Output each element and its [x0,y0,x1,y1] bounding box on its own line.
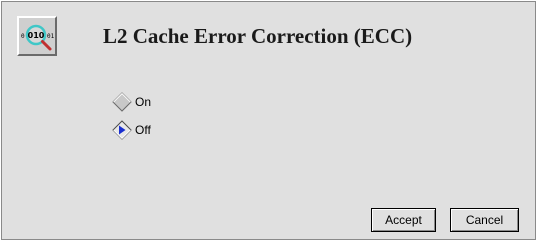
radio-selected-icon[interactable] [112,120,132,140]
svg-text:01: 01 [47,33,54,40]
dialog-title: L2 Cache Error Correction (ECC) [103,24,413,48]
radio-unselected-icon[interactable] [112,92,132,112]
binary-magnifier-icon: 0 01 010 [17,16,57,56]
icon-digits: 010 [28,31,45,40]
accept-button[interactable]: Accept [371,208,436,232]
cancel-button[interactable]: Cancel [450,208,519,232]
ecc-off-label: Off [135,123,151,137]
ecc-on-label: On [135,95,152,109]
ecc-dialog: 0 01 010 L2 Cache Error Correction (ECC)… [1,1,536,240]
ecc-off-option[interactable]: Off [112,120,151,140]
ecc-on-option[interactable]: On [112,92,151,112]
svg-text:0: 0 [21,33,25,40]
